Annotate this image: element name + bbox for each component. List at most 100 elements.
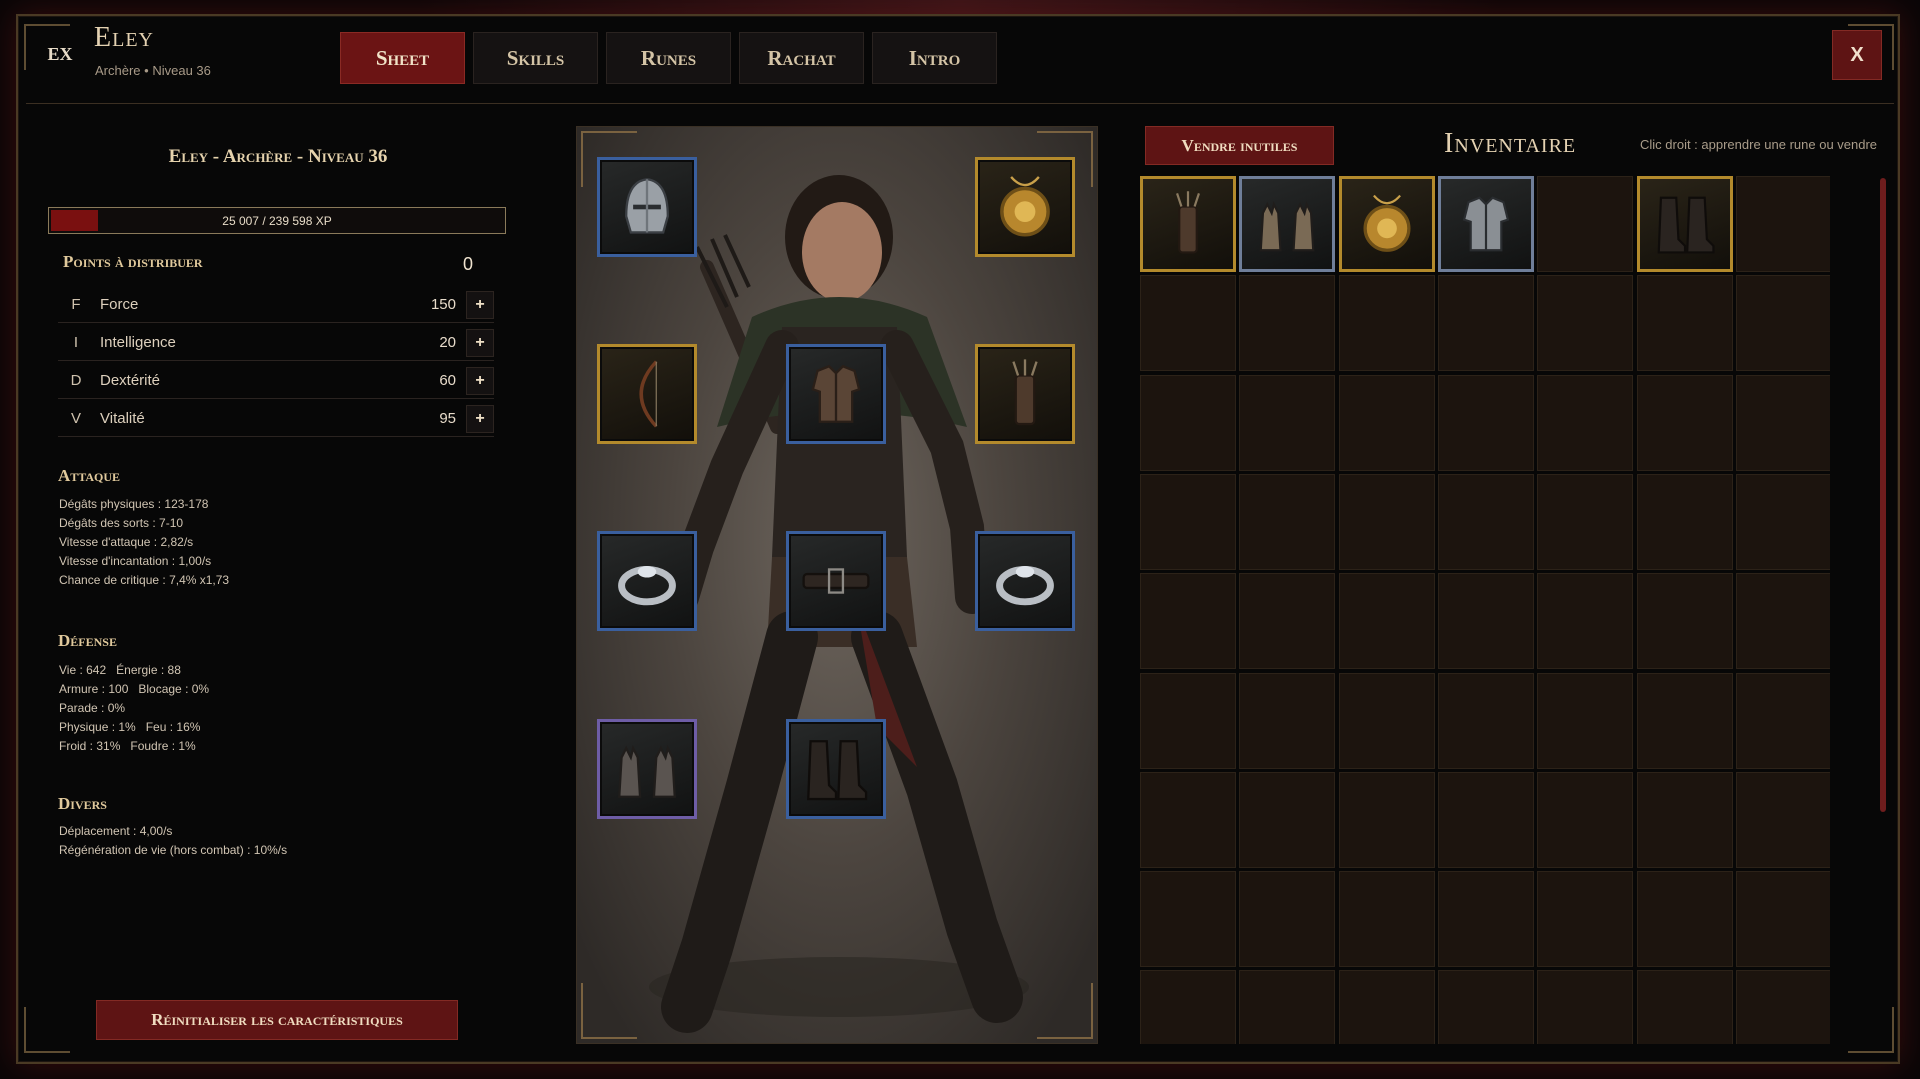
inventory-cell[interactable] [1140,573,1236,670]
inventory-cell[interactable] [1537,573,1634,670]
inventory-cell[interactable] [1239,771,1336,868]
character-title: Eley - Archère - Niveau 36 [168,146,388,167]
inventory-cell[interactable] [1239,374,1336,471]
inventory-cell[interactable] [1537,672,1634,769]
hero-name: Eley [94,22,154,53]
slot-belt[interactable] [786,531,886,631]
inventory-cell[interactable] [1735,275,1830,372]
inventory-cell[interactable] [1636,771,1733,868]
inventory-cell[interactable] [1537,771,1634,868]
inventory-cell[interactable] [1140,473,1236,570]
portrait-corner [581,983,637,1039]
inventory-cell[interactable] [1636,871,1733,968]
tab-sheet[interactable]: Sheet [340,32,465,84]
inventory-cell[interactable] [1338,672,1435,769]
inventory-cell[interactable] [1735,970,1830,1044]
inventory-cell[interactable] [1537,970,1634,1044]
inventory-cell[interactable] [1239,573,1336,670]
inventory-cell[interactable] [1140,871,1236,968]
inventory-cell[interactable] [1338,275,1435,372]
inventory-item[interactable] [1239,176,1336,272]
tab-runes[interactable]: Runes [606,32,731,84]
inventory-item[interactable] [1338,176,1435,272]
inventory-cell[interactable] [1437,771,1534,868]
inventory-cell[interactable] [1239,275,1336,372]
inventory-cell[interactable] [1636,473,1733,570]
add-force-button[interactable]: + [466,290,494,319]
inventory-cell[interactable] [1636,970,1733,1044]
inventory-cell[interactable] [1140,374,1236,471]
inventory-cell[interactable] [1636,672,1733,769]
inventory-cell[interactable] [1437,374,1534,471]
slot-helmet[interactable] [597,157,697,257]
stat-value: 95 [439,410,456,427]
inventory-cell[interactable] [1437,573,1534,670]
inventory-cell[interactable] [1735,573,1830,670]
inventory-cell[interactable] [1735,473,1830,570]
slot-ring-right[interactable] [975,531,1075,631]
slot-offhand[interactable] [975,344,1075,444]
inventory-cell[interactable] [1338,374,1435,471]
add-vitalite-button[interactable]: + [466,404,494,433]
slot-amulet[interactable] [975,157,1075,257]
sell-junk-button[interactable]: Vendre inutiles [1145,126,1334,165]
inventory-cell[interactable] [1437,871,1534,968]
inventory-cell[interactable] [1537,871,1634,968]
slot-chest[interactable] [786,344,886,444]
inventory-cell[interactable] [1338,970,1435,1044]
inventory-cell[interactable] [1338,771,1435,868]
points-label: Points à distribuer [63,252,203,271]
add-intelligence-button[interactable]: + [466,328,494,357]
inventory-cell[interactable] [1140,771,1236,868]
inventory-grid [1140,176,1830,1044]
bow-icon [639,360,658,428]
inventory-item[interactable] [1140,176,1236,272]
inventory-cell[interactable] [1735,771,1830,868]
inventory-cell[interactable] [1735,672,1830,769]
slot-weapon[interactable] [597,344,697,444]
defense-line: Parade : 0% [59,701,126,715]
inventory-item[interactable] [1437,176,1534,272]
inventory-cell[interactable] [1735,176,1830,272]
reset-stats-button[interactable]: Réinitialiser les caractéristiques [96,1000,458,1040]
tab-rachat[interactable]: Rachat [739,32,864,84]
attack-line: Vitesse d'incantation : 1,00/s [59,554,212,568]
inventory-cell[interactable] [1537,176,1634,272]
inventory-cell[interactable] [1636,374,1733,471]
inventory-cell[interactable] [1338,871,1435,968]
inventory-cell[interactable] [1437,672,1534,769]
slot-ring-left[interactable] [597,531,697,631]
inventory-cell[interactable] [1140,970,1236,1044]
close-button[interactable]: X [1832,30,1882,80]
inventory-cell[interactable] [1239,672,1336,769]
inventory-cell[interactable] [1140,672,1236,769]
inventory-cell[interactable] [1140,275,1236,372]
slot-gloves[interactable] [597,719,697,819]
defense-line: Froid : 31% Foudre : 1% [59,739,196,753]
inventory-item[interactable] [1636,176,1733,272]
tab-skills[interactable]: Skills [473,32,598,84]
inventory-cell[interactable] [1735,374,1830,471]
tab-intro[interactable]: Intro [872,32,997,84]
inventory-cell[interactable] [1537,473,1634,570]
inventory-cell[interactable] [1338,573,1435,670]
inventory-cell[interactable] [1437,275,1534,372]
inventory-cell[interactable] [1239,871,1336,968]
inventory-cell[interactable] [1735,871,1830,968]
inventory-cell[interactable] [1437,473,1534,570]
inventory-cell[interactable] [1537,374,1634,471]
add-dexterite-button[interactable]: + [466,366,494,395]
inventory-cell[interactable] [1636,573,1733,670]
ring-icon [996,565,1054,606]
inventory-scrollbar[interactable] [1880,178,1886,812]
boots-icon [1657,196,1715,254]
inventory-cell[interactable] [1239,970,1336,1044]
inventory-cell[interactable] [1537,275,1634,372]
inventory-cell[interactable] [1437,970,1534,1044]
slot-boots[interactable] [786,719,886,819]
defense-line: Vie : 642 Énergie : 88 [59,663,181,677]
xp-bar: 25 007 / 239 598 XP [48,207,506,234]
inventory-cell[interactable] [1636,275,1733,372]
inventory-cell[interactable] [1338,473,1435,570]
inventory-cell[interactable] [1239,473,1336,570]
